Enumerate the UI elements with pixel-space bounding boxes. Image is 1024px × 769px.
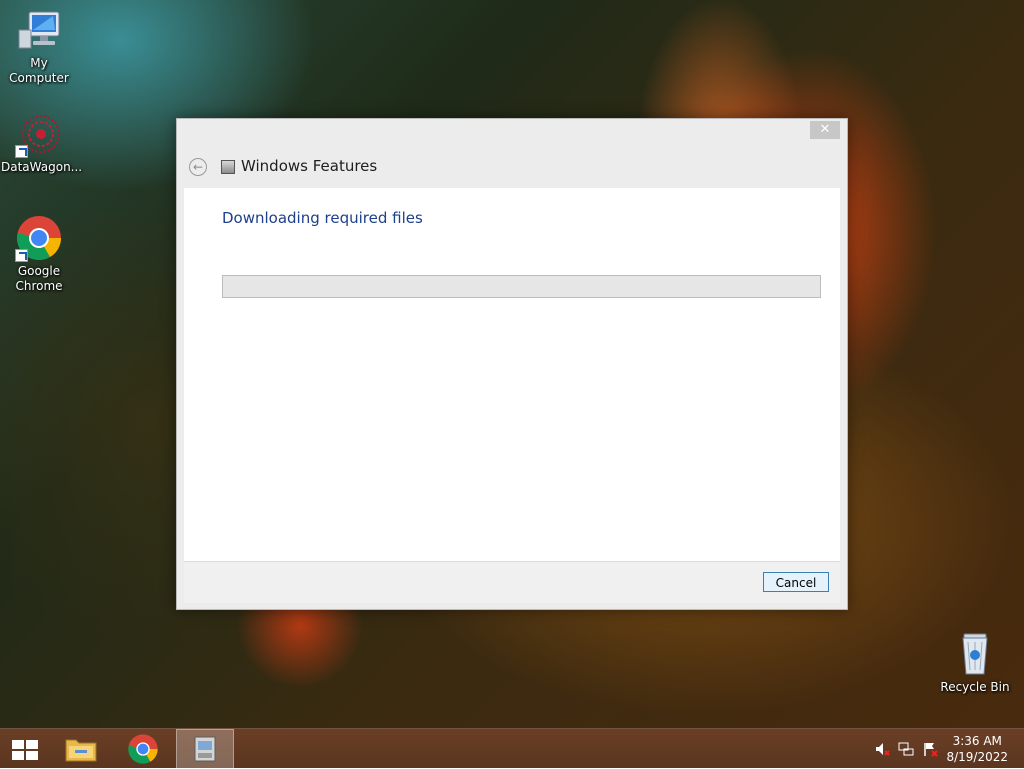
computer-icon — [15, 6, 63, 54]
desktop-icon-label: DataWagon... — [1, 160, 83, 174]
folder-icon — [65, 739, 97, 762]
taskbar: 3:36 AM 8/19/2022 — [0, 728, 1024, 769]
download-progress-bar — [222, 275, 821, 298]
chrome-icon — [128, 734, 158, 764]
datawagon-icon — [15, 110, 63, 158]
close-icon: ✕ — [819, 122, 831, 137]
windows-features-icon — [221, 160, 235, 174]
dialog-content: Downloading required files — [184, 188, 840, 561]
network-icon[interactable] — [898, 741, 914, 757]
dialog-title: Windows Features — [241, 157, 378, 175]
cancel-button[interactable]: Cancel — [763, 572, 829, 592]
back-button[interactable]: ← — [189, 158, 207, 176]
volume-muted-icon[interactable] — [874, 741, 890, 757]
taskbar-windows-features[interactable] — [176, 729, 234, 769]
action-center-flag-icon[interactable] — [922, 741, 938, 757]
desktop-icon-datawagon[interactable]: DataWagon... — [1, 110, 83, 175]
shortcut-arrow-icon — [15, 249, 28, 262]
taskbar-file-explorer[interactable] — [56, 729, 106, 769]
desktop-icon-my-computer[interactable]: My Computer — [1, 6, 77, 86]
windows-features-dialog: ✕ ← Windows Features Downloading require… — [176, 118, 848, 610]
desktop-icon-label: Google Chrome — [15, 264, 63, 293]
desktop-background: My Computer DataWagon... Google Chrome R… — [0, 0, 1024, 769]
dialog-footer: Cancel — [184, 561, 840, 603]
start-button[interactable] — [0, 729, 48, 769]
chrome-icon — [15, 214, 63, 262]
desktop-icon-label: Recycle Bin — [940, 680, 1010, 694]
windows-logo-icon — [12, 740, 38, 760]
back-arrow-icon: ← — [192, 160, 204, 174]
recycle-bin-icon — [951, 630, 999, 678]
desktop-icon-recycle-bin[interactable]: Recycle Bin — [937, 630, 1013, 695]
desktop-icon-label: My Computer — [9, 56, 69, 85]
clock-date: 8/19/2022 — [946, 750, 1008, 764]
desktop-icon-google-chrome[interactable]: Google Chrome — [1, 214, 77, 294]
shortcut-arrow-icon — [15, 145, 28, 158]
close-button[interactable]: ✕ — [810, 121, 840, 139]
windows-features-icon — [194, 736, 216, 762]
system-clock[interactable]: 3:36 AM 8/19/2022 — [946, 733, 1008, 765]
clock-time: 3:36 AM — [952, 734, 1002, 748]
status-heading: Downloading required files — [222, 209, 423, 227]
taskbar-google-chrome[interactable] — [118, 729, 168, 769]
